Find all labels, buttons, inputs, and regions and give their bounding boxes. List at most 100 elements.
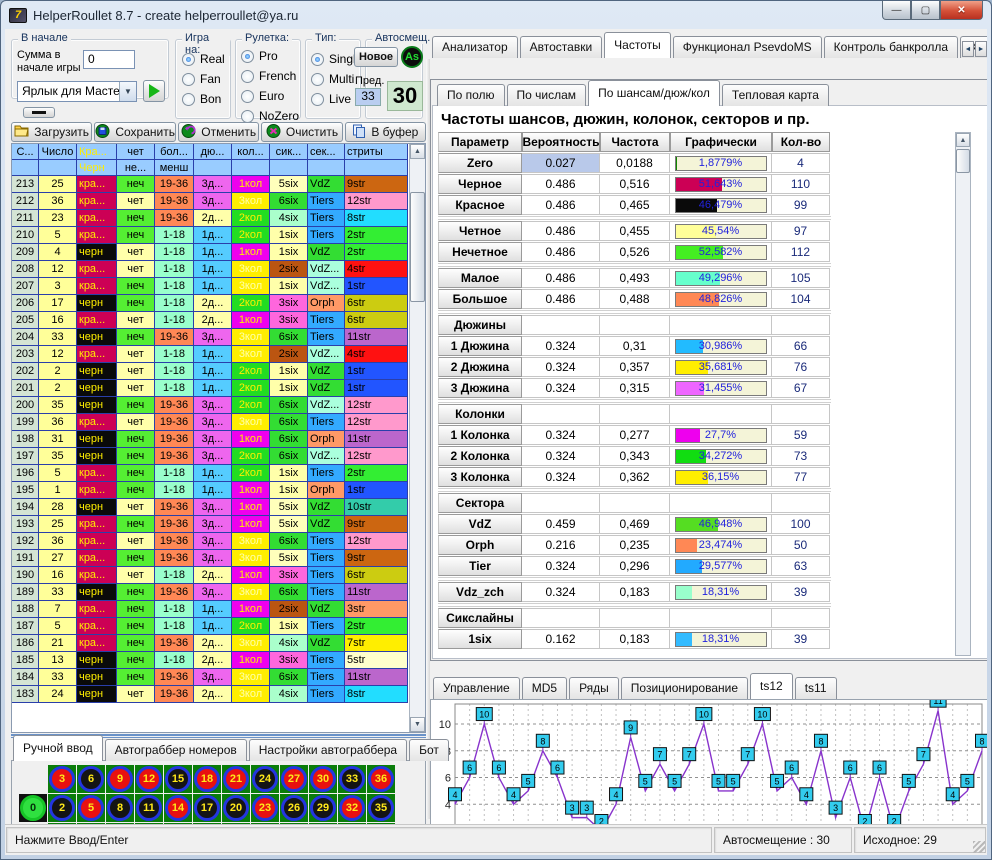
scroll-up-icon[interactable]: ▲ [956, 133, 970, 147]
table-row[interactable]: 2073кра...неч1-181д...3кол1sixVdZ...1str [12, 278, 409, 295]
number-button-33[interactable]: 33 [338, 765, 366, 793]
tab-контроль-банкролла[interactable]: Контроль банкролла [824, 36, 958, 58]
table-row[interactable]: 19127кра...неч19-363д...3кол5sixTiers9st… [12, 550, 409, 567]
table-row[interactable]: 2105кра...неч1-181д...2кол1sixTiers2str [12, 227, 409, 244]
input-tab-автограббер-номеров[interactable]: Автограббер номеров [105, 739, 247, 761]
freq-param[interactable]: Сикслайны [438, 608, 522, 628]
number-button-12[interactable]: 12 [135, 765, 163, 793]
column-header[interactable]: сик... [270, 144, 308, 160]
column-header[interactable] [39, 160, 77, 176]
scroll-down-icon[interactable]: ▼ [410, 717, 425, 732]
table-row[interactable]: 18433черннеч19-363д...3кол6sixTiers11str [12, 669, 409, 686]
chevron-down-icon[interactable]: ▼ [119, 82, 136, 101]
input-tab-ручной-ввод[interactable]: Ручной ввод [13, 735, 103, 761]
column-header[interactable] [308, 160, 345, 176]
freq-param[interactable]: 3 Дюжина [438, 378, 522, 398]
freq-param[interactable]: Нечетное [438, 242, 522, 262]
minimize-button[interactable]: — [882, 1, 911, 20]
as-button[interactable]: As [401, 46, 423, 68]
freq-param[interactable]: Сектора [438, 493, 522, 513]
scroll-up-icon[interactable]: ▲ [410, 144, 425, 159]
number-button-29[interactable]: 29 [309, 794, 337, 822]
freq-param[interactable]: Дюжины [438, 315, 522, 335]
freq-row[interactable]: Колонки [438, 404, 951, 424]
radio-icon[interactable] [241, 90, 254, 103]
table-row[interactable]: 21236кра...чет19-363д...3кол6sixTiers12s… [12, 193, 409, 210]
tab-автоставки[interactable]: Автоставки [520, 36, 603, 58]
radio-icon[interactable] [182, 53, 195, 66]
save-button[interactable]: Сохранить [94, 122, 176, 142]
number-button-3[interactable]: 3 [48, 765, 76, 793]
type-option-singl[interactable]: Singl [311, 52, 356, 66]
radio-icon[interactable] [182, 93, 195, 106]
tab-функционал-psevdoms[interactable]: Функционал PsevdoMS [673, 36, 822, 58]
column-header[interactable] [232, 160, 270, 176]
number-button-23[interactable]: 23 [251, 794, 279, 822]
subtab-по-полю[interactable]: По полю [437, 84, 505, 106]
freq-param[interactable]: Черное [438, 174, 522, 194]
table-row[interactable]: 21325кра...неч19-363д...1кол5sixVdZ9str [12, 176, 409, 193]
freq-row[interactable]: 3 Дюжина0.3240,31531,455%67 [438, 378, 951, 398]
freq-row[interactable]: Дюжины [438, 315, 951, 335]
column-header[interactable]: чет [117, 144, 155, 160]
roulette-option-euro[interactable]: Euro [241, 89, 299, 103]
column-header[interactable]: дю... [194, 144, 232, 160]
freq-row[interactable]: Красное0.4860,46546,479%99 [438, 195, 951, 215]
freq-row[interactable]: 3 Колонка0.3240,36236,15%77 [438, 467, 951, 487]
tabs-scroll-left-icon[interactable]: ◄ [962, 41, 974, 57]
table-row[interactable]: 1965кра...неч1-181д...2кол1sixTiers2str [12, 465, 409, 482]
game-on-option-bon[interactable]: Bon [182, 92, 225, 106]
number-button-9[interactable]: 9 [106, 765, 134, 793]
table-row[interactable]: 19016кра...чет1-182д...1кол3sixTiers6str [12, 567, 409, 584]
table-row[interactable]: 20812кра...чет1-181д...3кол2sixVdZ...4st… [12, 261, 409, 278]
column-header[interactable] [270, 160, 308, 176]
table-row[interactable]: Чернне...менш [12, 160, 409, 176]
table-row[interactable]: 1875кра...неч1-181д...2кол1sixTiers2str [12, 618, 409, 635]
column-header[interactable] [12, 160, 39, 176]
column-header[interactable] [345, 160, 408, 176]
resize-grip[interactable] [973, 841, 985, 853]
load-button[interactable]: Загрузить [11, 122, 92, 142]
freq-param[interactable]: Четное [438, 221, 522, 241]
series-tab-ts12[interactable]: ts12 [750, 673, 793, 699]
scrollbar-thumb[interactable] [410, 192, 425, 302]
freq-row[interactable]: 2 Колонка0.3240,34334,272%73 [438, 446, 951, 466]
freq-param[interactable]: Vdz_zch [438, 582, 522, 602]
freq-column-header[interactable]: Параметр [438, 132, 522, 152]
clear-button[interactable]: Очистить [261, 122, 342, 142]
freq-row[interactable]: Сикслайны [438, 608, 951, 628]
number-button-21[interactable]: 21 [222, 765, 250, 793]
table-row[interactable]: 2012чернчет1-181д...2кол1sixVdZ1str [12, 380, 409, 397]
subtab-по-шансам-дюж-кол[interactable]: По шансам/дюж/кол [588, 80, 720, 106]
frequency-scrollbar[interactable]: ▲ [955, 132, 971, 656]
freq-row[interactable]: Zero0.0270,01881,8779%4 [438, 153, 951, 173]
number-button-0[interactable]: 0 [19, 794, 47, 822]
table-row[interactable]: 20312кра...чет1-181д...3кол2sixVdZ...4st… [12, 346, 409, 363]
freq-param[interactable]: Orph [438, 535, 522, 555]
freq-row[interactable]: Сектора [438, 493, 951, 513]
table-row[interactable]: 1951кра...неч1-181д...1кол1sixOrph1str [12, 482, 409, 499]
table-row[interactable]: 20617черннеч1-182д...2кол3sixOrph6str [12, 295, 409, 312]
table-row[interactable]: 19936кра...чет19-363д...3кол6sixTiers12s… [12, 414, 409, 431]
freq-column-header[interactable]: Частота [600, 132, 670, 152]
copy-button[interactable]: В буфер [345, 122, 426, 142]
freq-row[interactable]: Orph0.2160,23523,474%50 [438, 535, 951, 555]
table-row[interactable]: 21123кра...неч19-362д...2кол4sixTiers8st… [12, 210, 409, 227]
number-button-27[interactable]: 27 [280, 765, 308, 793]
column-header[interactable]: кол... [232, 144, 270, 160]
number-button-11[interactable]: 11 [135, 794, 163, 822]
input-tab-бот[interactable]: Бот [409, 739, 449, 761]
freq-row[interactable]: 1six0.1620,18318,31%39 [438, 629, 951, 649]
freq-param[interactable]: Большое [438, 289, 522, 309]
number-button-17[interactable]: 17 [193, 794, 221, 822]
freq-row[interactable]: 1 Колонка0.3240,27727,7%59 [438, 425, 951, 445]
number-button-6[interactable]: 6 [77, 765, 105, 793]
table-row[interactable]: 19325кра...неч19-363д...1кол5sixVdZ9str [12, 516, 409, 533]
undo-button[interactable]: Отменить [178, 122, 259, 142]
series-tab-управление[interactable]: Управление [433, 677, 520, 699]
table-row[interactable]: 20035черннеч19-363д...2кол6sixVdZ...12st… [12, 397, 409, 414]
radio-icon[interactable] [311, 53, 324, 66]
number-button-20[interactable]: 20 [222, 794, 250, 822]
table-row[interactable]: 20516кра...чет1-182д...1кол3sixTiers6str [12, 312, 409, 329]
column-header[interactable] [194, 160, 232, 176]
